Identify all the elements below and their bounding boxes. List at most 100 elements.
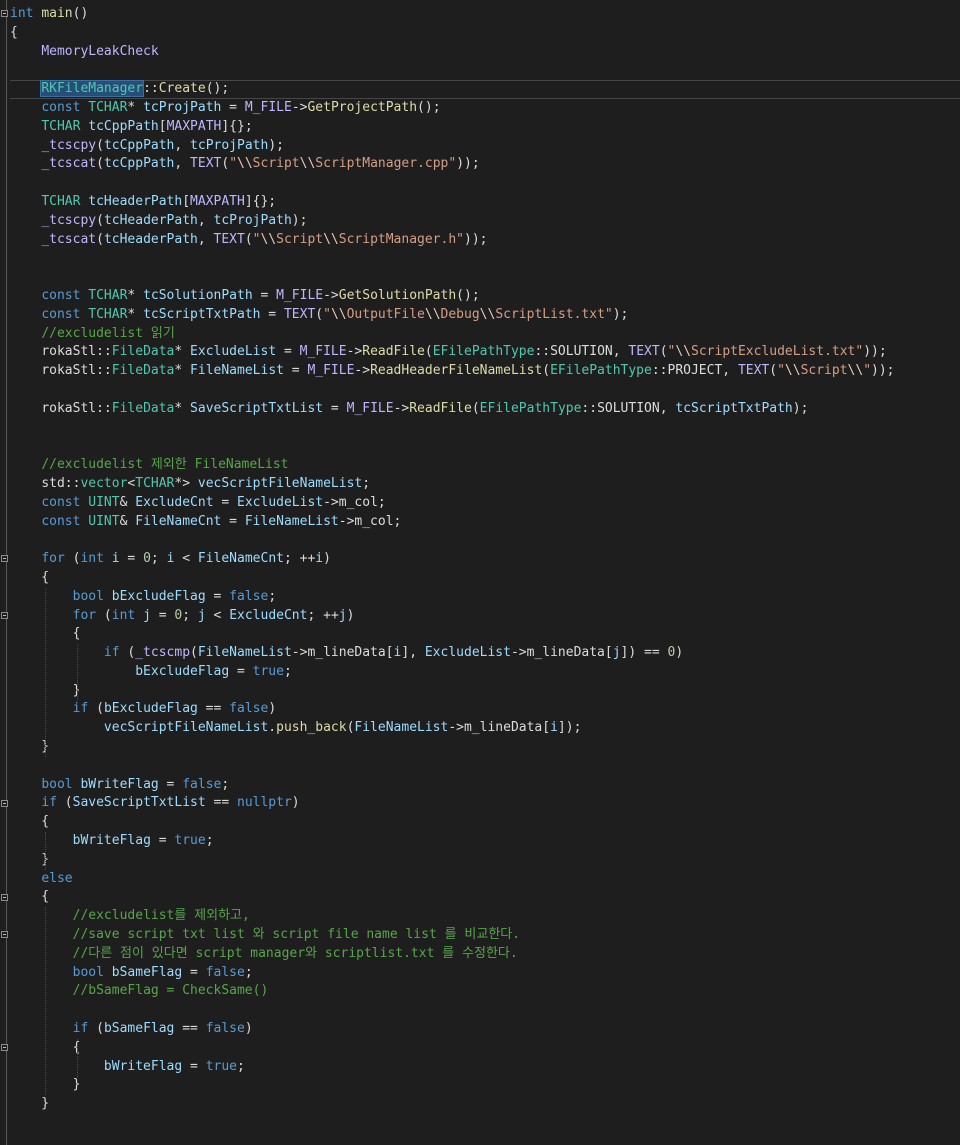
- code-line[interactable]: bool bExcludeFlag = false;: [10, 588, 960, 607]
- code-line[interactable]: const TCHAR* tcScriptTxtPath = TEXT("\\O…: [10, 306, 960, 325]
- code-line[interactable]: [10, 381, 960, 400]
- code-line[interactable]: {: [10, 1039, 960, 1058]
- code-line[interactable]: if (SaveScriptTxtList == nullptr): [10, 794, 960, 813]
- code-line[interactable]: rokaStl::FileData* ExcludeList = M_FILE-…: [10, 343, 960, 362]
- code-line[interactable]: const TCHAR* tcSolutionPath = M_FILE->Ge…: [10, 287, 960, 306]
- code-token: \\: [675, 344, 692, 360]
- code-line[interactable]: [10, 419, 960, 438]
- code-token: (: [64, 551, 81, 567]
- code-line[interactable]: const UINT& ExcludeCnt = ExcludeList->m_…: [10, 494, 960, 513]
- code-line[interactable]: const TCHAR* tcProjPath = M_FILE->GetPro…: [10, 99, 960, 118]
- code-line[interactable]: //excludelist 제외한 FileNameList: [10, 456, 960, 475]
- code-token: (: [119, 645, 136, 661]
- fold-toggle-icon[interactable]: [1, 893, 8, 901]
- code-line[interactable]: }: [10, 682, 960, 701]
- code-token: *: [174, 400, 191, 416]
- code-token: ;: [182, 607, 198, 623]
- code-token: \\: [330, 306, 347, 322]
- code-token: m_col: [354, 513, 394, 529]
- code-line[interactable]: //다른 점이 있다면 script manager와 scriptlist.t…: [10, 945, 960, 964]
- code-line[interactable]: //excludelist 읽기: [10, 325, 960, 344]
- code-line[interactable]: bool bWriteFlag = false;: [10, 776, 960, 795]
- code-line[interactable]: _tcscat(tcHeaderPath, TEXT("\\Script\\Sc…: [10, 231, 960, 250]
- code-line[interactable]: {: [10, 813, 960, 832]
- code-line[interactable]: _tcscat(tcCppPath, TEXT("\\Script\\Scrip…: [10, 155, 960, 174]
- code-line[interactable]: [10, 437, 960, 456]
- code-line[interactable]: vecScriptFileNameList.push_back(FileName…: [10, 719, 960, 738]
- code-token: ==: [174, 1021, 206, 1037]
- code-token: bWriteFlag: [80, 776, 159, 792]
- code-line[interactable]: for (int i = 0; i < FileNameCnt; ++i): [10, 550, 960, 569]
- code-line[interactable]: [10, 174, 960, 193]
- code-token: bool: [72, 588, 104, 604]
- code-token: \\: [847, 363, 864, 379]
- code-line[interactable]: {: [10, 625, 960, 644]
- code-line[interactable]: }: [10, 1076, 960, 1095]
- fold-toggle-icon[interactable]: [1, 799, 8, 807]
- code-editor[interactable]: int main(){ MemoryLeakCheck RKFileManage…: [0, 0, 960, 1145]
- code-line[interactable]: {: [10, 888, 960, 907]
- code-token: MAXPATH: [190, 193, 245, 209]
- code-line[interactable]: [10, 249, 960, 268]
- code-token: &: [119, 494, 136, 510]
- code-line[interactable]: MemoryLeakCheck: [10, 43, 960, 62]
- code-line[interactable]: bWriteFlag = true;: [10, 1058, 960, 1077]
- code-line[interactable]: {: [10, 569, 960, 588]
- code-line[interactable]: else: [10, 870, 960, 889]
- code-line[interactable]: const UINT& FileNameCnt = FileNameList->…: [10, 513, 960, 532]
- code-token: tcHeaderPath: [88, 193, 183, 209]
- code-line[interactable]: if (bSameFlag == false): [10, 1020, 960, 1039]
- code-token: tcCppPath: [103, 137, 175, 153]
- code-line[interactable]: [10, 531, 960, 550]
- code-token: {: [10, 569, 50, 585]
- code-token: [: [158, 118, 167, 134]
- code-line[interactable]: }: [10, 1095, 960, 1114]
- code-line[interactable]: [10, 1001, 960, 1020]
- fold-toggle-icon[interactable]: [1, 10, 8, 17]
- code-line[interactable]: //save script txt list 와 script file nam…: [10, 926, 960, 945]
- code-token: for: [41, 551, 65, 567]
- code-line[interactable]: _tcscpy(tcHeaderPath, tcProjPath);: [10, 212, 960, 231]
- fold-toggle-icon[interactable]: [1, 611, 8, 619]
- code-line[interactable]: rokaStl::FileData* SaveScriptTxtList = M…: [10, 400, 960, 419]
- code-line[interactable]: RKFileManager::Create();: [10, 80, 960, 99]
- code-line[interactable]: bExcludeFlag = true;: [10, 663, 960, 682]
- code-token: EFilePathType: [550, 363, 652, 379]
- code-token: (): [72, 6, 89, 21]
- code-token: [: [542, 720, 551, 736]
- fold-toggle-icon[interactable]: [1, 555, 8, 563]
- code-line[interactable]: if (_tcscmp(FileNameList->m_lineData[i],…: [10, 644, 960, 663]
- code-token: const: [41, 99, 81, 115]
- code-line[interactable]: }: [10, 738, 960, 757]
- code-line[interactable]: bool bSameFlag = false;: [10, 964, 960, 983]
- code-token: \\: [299, 156, 316, 172]
- code-line[interactable]: }: [10, 851, 960, 870]
- code-line[interactable]: [10, 1114, 960, 1133]
- code-line[interactable]: _tcscpy(tcCppPath, tcProjPath);: [10, 137, 960, 156]
- code-token: ,: [197, 231, 214, 247]
- code-line[interactable]: std::vector<TCHAR*> vecScriptFileNameLis…: [10, 475, 960, 494]
- code-token: (: [190, 645, 198, 661]
- code-line[interactable]: bWriteFlag = true;: [10, 832, 960, 851]
- code-line[interactable]: for (int j = 0; j < ExcludeCnt; ++j): [10, 607, 960, 626]
- code-line[interactable]: //bSameFlag = CheckSame(): [10, 982, 960, 1001]
- fold-toggle-icon[interactable]: [1, 1044, 8, 1051]
- code-line[interactable]: [10, 61, 960, 80]
- code-line[interactable]: int main(): [10, 5, 960, 24]
- code-line[interactable]: [10, 268, 960, 287]
- code-line[interactable]: if (bExcludeFlag == false): [10, 700, 960, 719]
- fold-toggle-icon[interactable]: [1, 931, 8, 939]
- code-line[interactable]: {: [10, 24, 960, 43]
- code-line[interactable]: //excludelist를 제외하고,: [10, 907, 960, 926]
- code-line[interactable]: rokaStl::FileData* FileNameList = M_FILE…: [10, 362, 960, 381]
- code-area[interactable]: int main(){ MemoryLeakCheck RKFileManage…: [10, 5, 960, 1133]
- code-line[interactable]: [10, 757, 960, 776]
- code-token: (: [88, 701, 104, 717]
- code-line[interactable]: TCHAR tcCppPath[MAXPATH]{};: [10, 118, 960, 137]
- code-token: ScriptList.txt": [495, 306, 613, 322]
- code-line[interactable]: TCHAR tcHeaderPath[MAXPATH]{};: [10, 193, 960, 212]
